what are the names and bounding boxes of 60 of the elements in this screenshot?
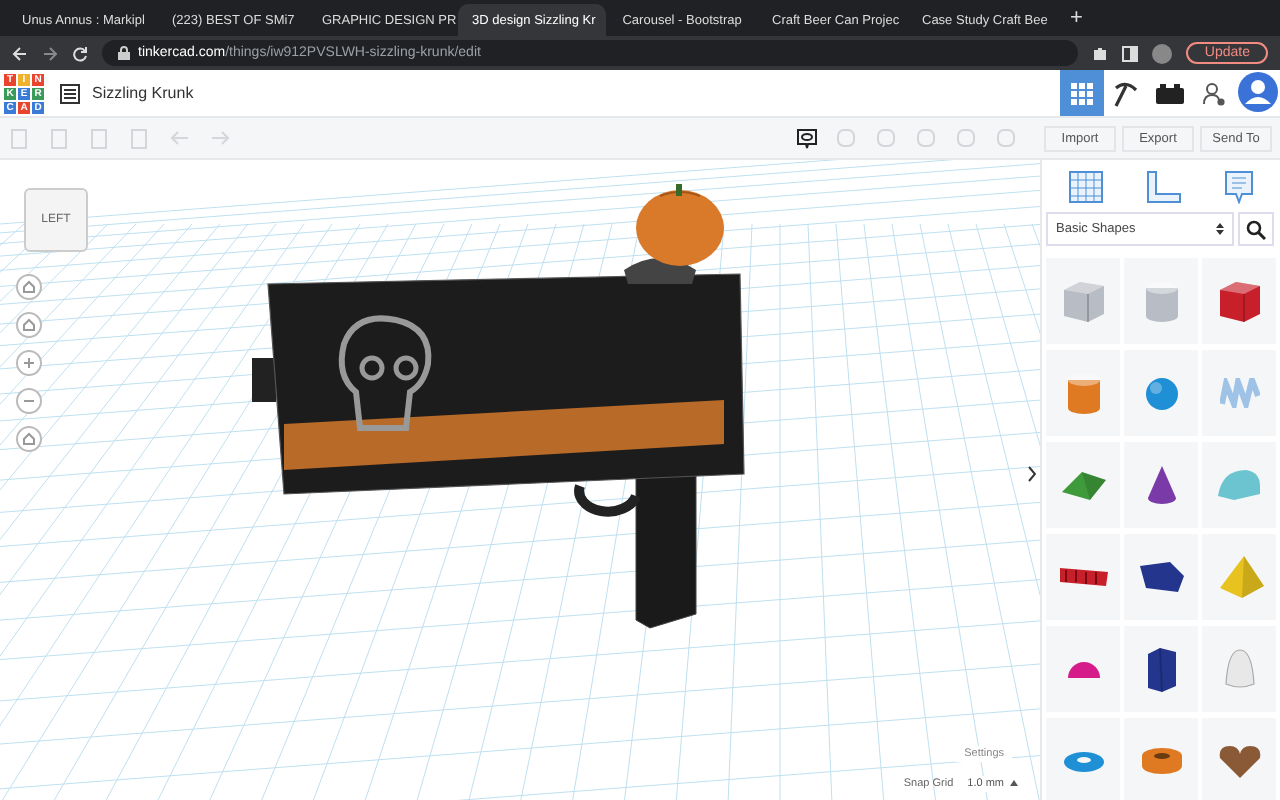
home-button[interactable]	[16, 274, 42, 300]
undo-icon	[170, 130, 190, 146]
duplicate-icon	[90, 127, 110, 149]
reload-icon[interactable]	[72, 45, 88, 61]
shape-tile[interactable]	[1202, 718, 1276, 800]
model-drawing[interactable]	[252, 184, 745, 629]
extension-icon[interactable]	[1092, 45, 1109, 61]
grid-icon	[1070, 81, 1094, 105]
sidebar-icon[interactable]	[1122, 45, 1139, 61]
lock-icon	[118, 46, 130, 60]
zoom-in-button[interactable]	[16, 350, 42, 376]
eye-icon	[795, 127, 817, 149]
avatar-icon[interactable]	[1152, 43, 1173, 63]
bricks-icon	[1156, 82, 1184, 104]
shape-tile[interactable]	[1124, 626, 1198, 712]
redo-icon	[210, 130, 230, 146]
shape-tile[interactable]	[1202, 626, 1276, 712]
shape-tile[interactable]	[1046, 534, 1120, 620]
shape-tile[interactable]	[1202, 350, 1276, 436]
search-button[interactable]	[1238, 212, 1274, 246]
shape-tile[interactable]	[1046, 350, 1120, 436]
shape-tile[interactable]	[1124, 442, 1198, 528]
fit-button[interactable]	[16, 312, 42, 338]
ruler-icon	[1145, 170, 1181, 204]
shape-tile[interactable]	[1202, 534, 1276, 620]
back-icon[interactable]	[12, 45, 28, 61]
zoom-out-button[interactable]	[16, 388, 42, 414]
caret-icon	[1010, 780, 1018, 786]
menu-icon[interactable]	[60, 83, 80, 103]
design-title[interactable]: Sizzling Krunk	[92, 84, 194, 102]
shape-tile[interactable]	[1046, 258, 1120, 344]
avatar-icon[interactable]	[1236, 70, 1280, 114]
delete-icon	[130, 127, 150, 149]
shape-tile[interactable]	[1046, 718, 1120, 800]
zoom-in-icon	[22, 356, 36, 370]
collapse-panel-button[interactable]	[1028, 466, 1036, 486]
forward-icon[interactable]	[42, 45, 58, 61]
new-tab-button[interactable]: +	[1070, 6, 1083, 30]
chevron-icon	[1028, 466, 1036, 482]
shape-tile[interactable]	[1124, 534, 1198, 620]
shape-tile[interactable]	[1124, 718, 1198, 800]
shape-tile[interactable]	[1202, 258, 1276, 344]
shape-tile[interactable]	[1046, 626, 1120, 712]
paste-icon	[50, 127, 70, 149]
workplane-button[interactable]	[1067, 170, 1103, 204]
copy-icon	[10, 127, 30, 149]
ruler-button[interactable]	[1145, 170, 1181, 204]
shape-tile[interactable]	[1124, 350, 1198, 436]
grid-icon	[1067, 170, 1103, 204]
user-icon	[1202, 81, 1226, 105]
search-icon	[1246, 219, 1266, 239]
pickaxe-icon	[1112, 79, 1140, 107]
ortho-button[interactable]	[16, 426, 42, 452]
sort-icon	[1216, 222, 1224, 236]
home-icon	[22, 280, 36, 294]
note-icon	[1223, 170, 1253, 204]
zoom-out-icon	[22, 394, 36, 408]
shape-tile[interactable]	[1046, 442, 1120, 528]
shape-tile[interactable]	[1124, 258, 1198, 344]
shape-tile[interactable]	[1202, 442, 1276, 528]
